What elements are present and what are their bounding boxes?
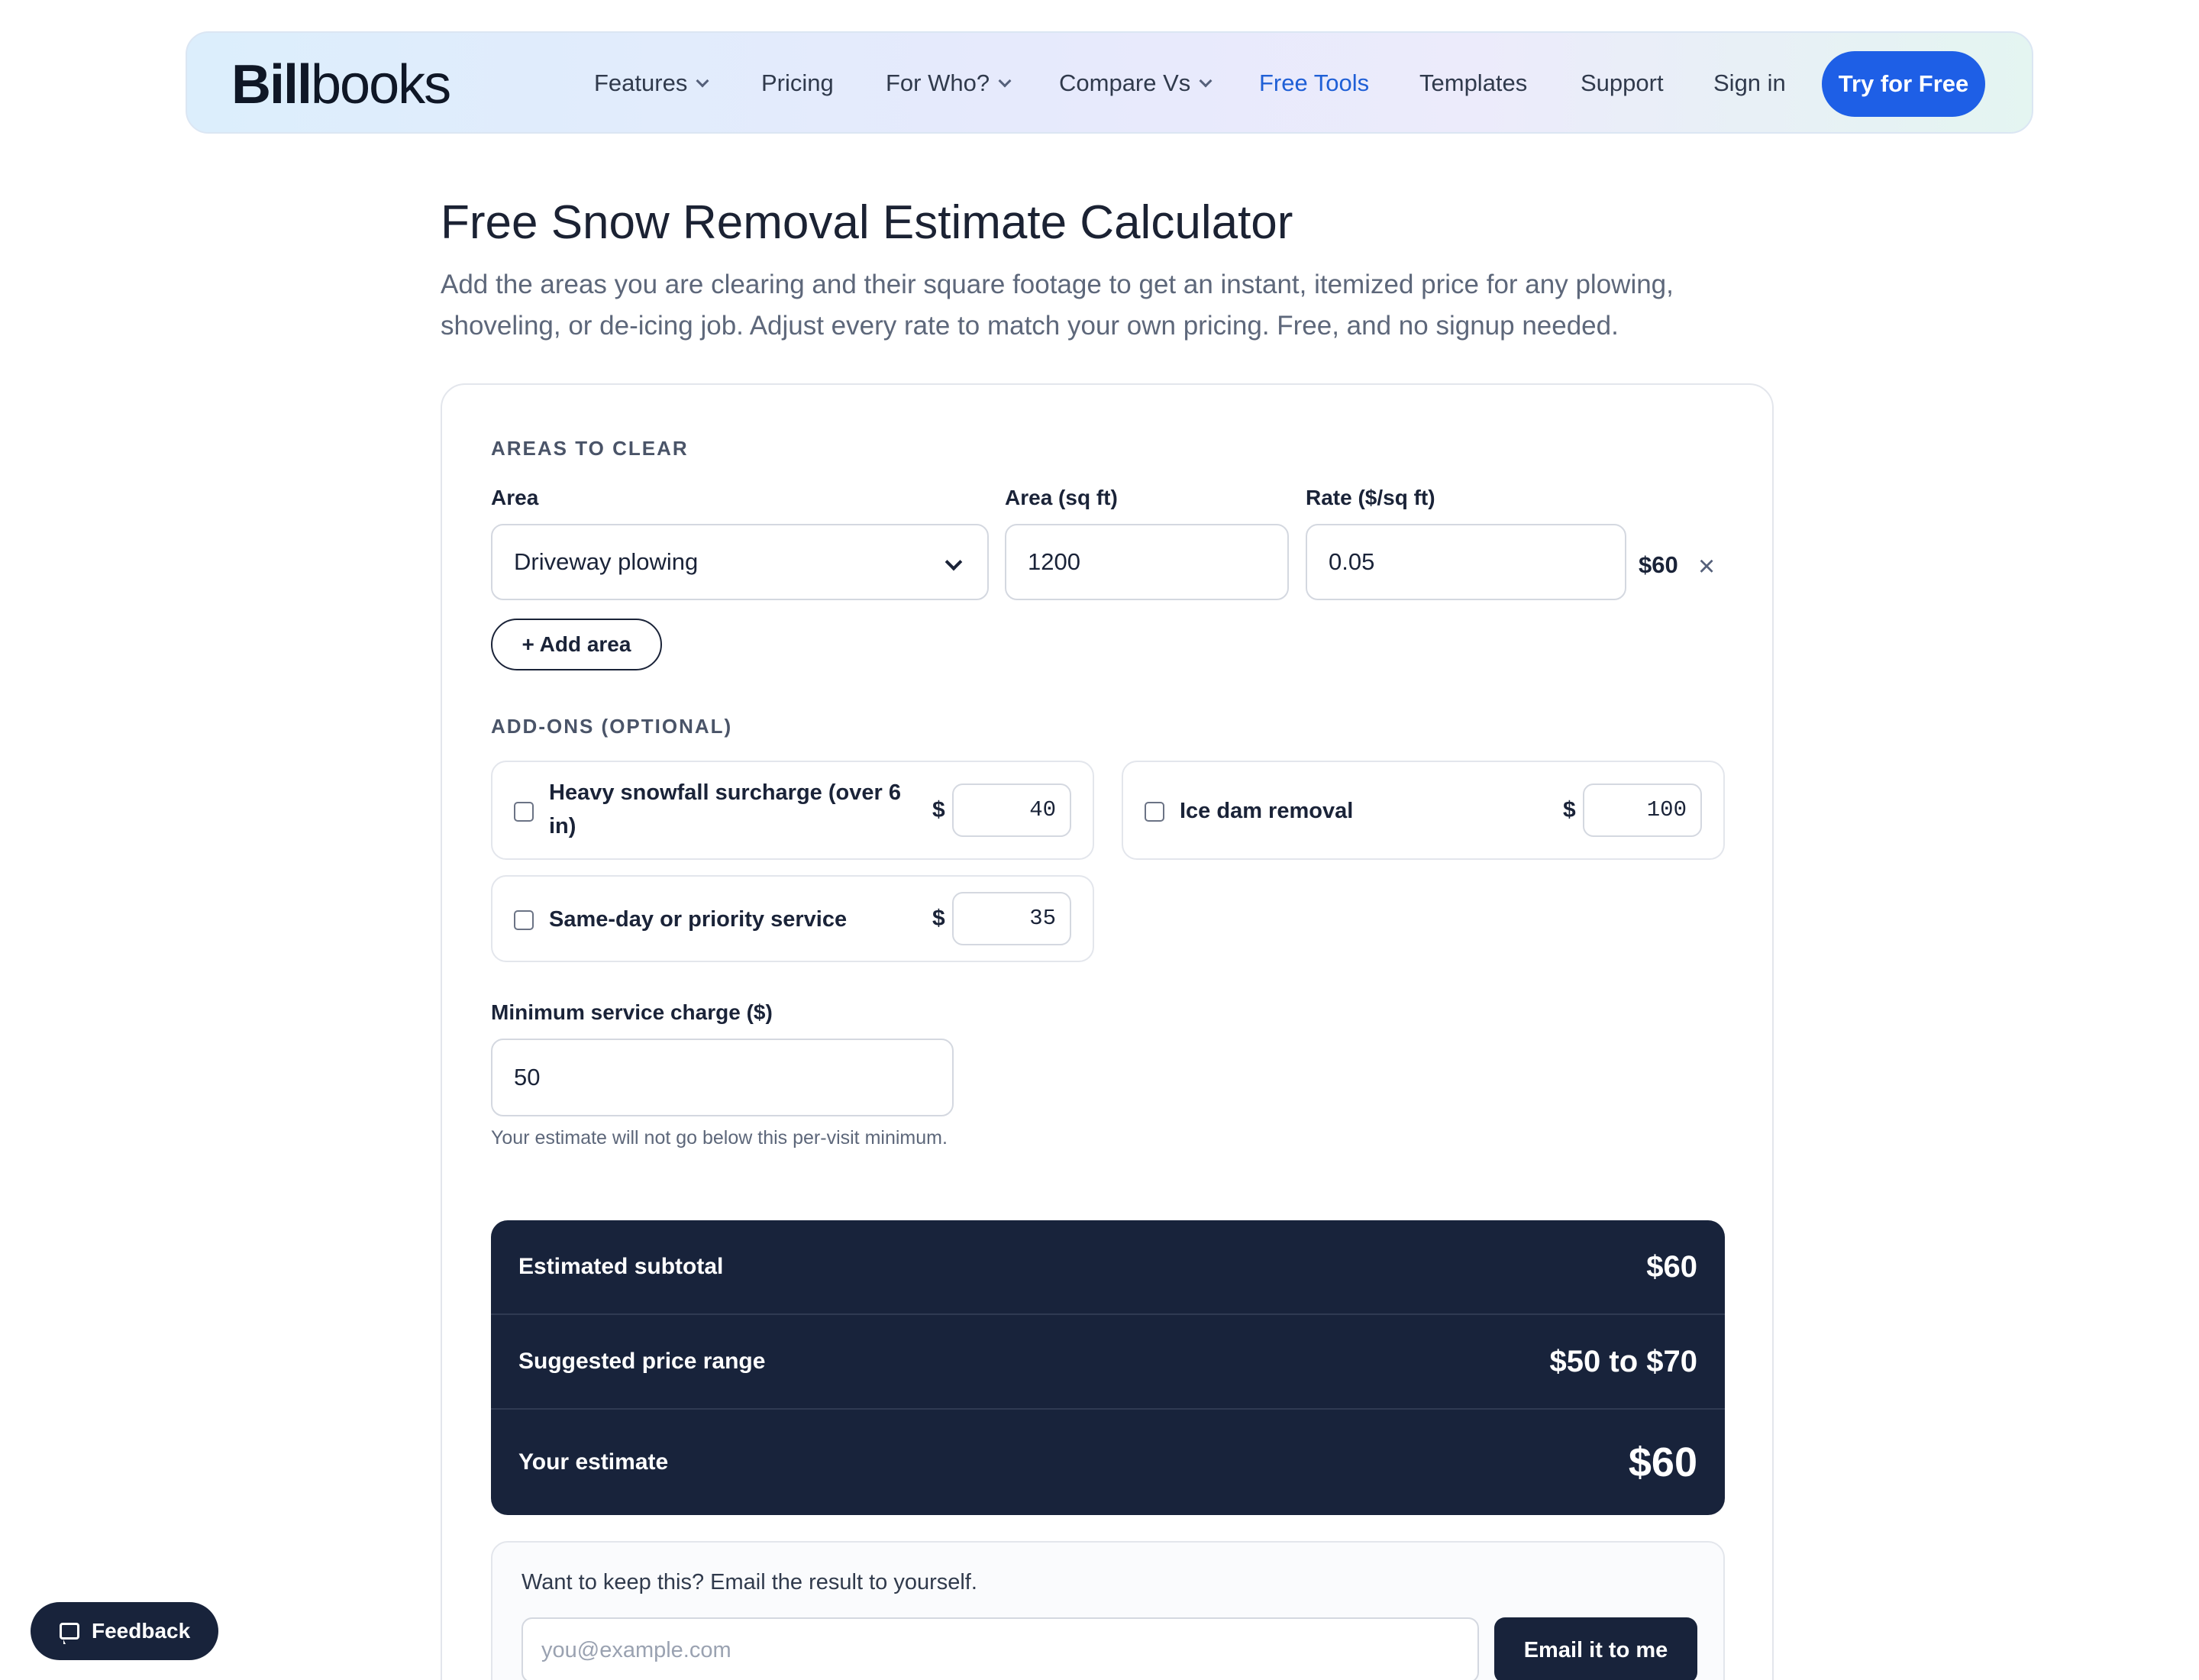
try-for-free-button[interactable]: Try for Free — [1822, 51, 1985, 117]
email-it-button[interactable]: Email it to me — [1494, 1617, 1697, 1680]
priority-service-label: Same-day or priority service — [549, 907, 848, 932]
feedback-label: Feedback — [92, 1619, 191, 1643]
sqft-column-label: Area (sq ft) — [1005, 486, 1118, 509]
page-subtitle: Add the areas you are clearing and their… — [441, 270, 1674, 341]
addon-priority-service: Same-day or priority service $ 35 — [491, 875, 1094, 962]
currency-symbol: $ — [932, 906, 945, 931]
priority-service-checkbox[interactable] — [514, 910, 534, 930]
email-prompt: Want to keep this? Email the result to y… — [521, 1570, 977, 1594]
currency-symbol: $ — [1563, 797, 1576, 822]
subtotal-value: $60 — [1646, 1249, 1697, 1284]
email-input[interactable] — [521, 1617, 1479, 1680]
nav-sign-in-label: Sign in — [1713, 69, 1786, 96]
nav-free-tools[interactable]: Free Tools — [1259, 66, 1369, 100]
heavy-snowfall-checkbox[interactable] — [514, 802, 534, 822]
page-title: Free Snow Removal Estimate Calculator — [441, 196, 1293, 249]
nav-features[interactable]: Features — [594, 66, 709, 100]
area-select-value: Driveway plowing — [514, 548, 699, 575]
minimum-charge-input[interactable]: 50 — [491, 1039, 954, 1116]
chevron-down-icon — [998, 74, 1012, 88]
nav-for-who-label: For Who? — [886, 69, 990, 96]
subtotal-row: Estimated subtotal $60 — [491, 1220, 1725, 1313]
estimate-row: Your estimate $60 — [491, 1408, 1725, 1515]
estimate-value: $60 — [1628, 1439, 1697, 1485]
currency-symbol: $ — [932, 797, 945, 822]
sqft-value: 1200 — [1028, 548, 1080, 575]
row-total: $60 — [1639, 551, 1678, 578]
area-column-label: Area — [491, 486, 539, 509]
heavy-snowfall-amount-input[interactable]: 40 — [952, 783, 1071, 837]
addon-ice-dam: Ice dam removal $ 100 — [1122, 761, 1725, 860]
sqft-input[interactable]: 1200 — [1005, 524, 1289, 600]
addon-heavy-snowfall: Heavy snowfall surcharge (over 6 in) $ 4… — [491, 761, 1094, 860]
minimum-charge-help: Your estimate will not go below this per… — [491, 1127, 948, 1149]
nav-free-tools-label: Free Tools — [1259, 69, 1370, 96]
rate-value: 0.05 — [1329, 548, 1375, 575]
email-result-box: Want to keep this? Email the result to y… — [491, 1541, 1725, 1680]
nav-compare-label: Compare Vs — [1059, 69, 1191, 96]
top-navigation: Billbooks Features Pricing For Who? Comp… — [186, 31, 2033, 134]
feedback-button[interactable]: Feedback — [31, 1602, 218, 1660]
add-area-button[interactable]: + Add area — [491, 619, 662, 670]
estimate-summary: Estimated subtotal $60 Suggested price r… — [491, 1220, 1725, 1515]
ice-dam-amount-input[interactable]: 100 — [1583, 783, 1702, 837]
rate-input[interactable]: 0.05 — [1306, 524, 1626, 600]
chat-bubble-icon — [60, 1623, 79, 1644]
price-range-label: Suggested price range — [518, 1349, 766, 1374]
subtotal-label: Estimated subtotal — [518, 1254, 724, 1279]
estimate-label: Your estimate — [518, 1449, 669, 1475]
billbooks-logo[interactable]: Billbooks — [231, 54, 451, 115]
chevron-down-icon — [696, 74, 709, 88]
ice-dam-checkbox[interactable] — [1145, 802, 1164, 822]
addons-section-label: ADD-ONS (OPTIONAL) — [491, 715, 733, 738]
priority-service-amount-input[interactable]: 35 — [952, 892, 1071, 945]
nav-pricing-label: Pricing — [761, 69, 834, 96]
price-range-row: Suggested price range $50 to $70 — [491, 1313, 1725, 1408]
nav-templates[interactable]: Templates — [1419, 66, 1527, 100]
chevron-down-icon — [1199, 74, 1213, 88]
nav-pricing[interactable]: Pricing — [761, 66, 834, 100]
nav-features-label: Features — [594, 69, 688, 96]
ice-dam-label: Ice dam removal — [1180, 799, 1354, 823]
area-select[interactable]: Driveway plowing — [491, 524, 989, 600]
areas-section-label: AREAS TO CLEAR — [491, 437, 689, 460]
price-range-value: $50 to $70 — [1549, 1344, 1697, 1378]
nav-templates-label: Templates — [1419, 69, 1528, 96]
nav-support-label: Support — [1581, 69, 1664, 96]
nav-compare[interactable]: Compare Vs — [1059, 66, 1213, 100]
nav-for-who[interactable]: For Who? — [886, 66, 1012, 100]
minimum-charge-label: Minimum service charge ($) — [491, 1000, 773, 1024]
nav-sign-in[interactable]: Sign in — [1713, 66, 1786, 100]
minimum-charge-value: 50 — [514, 1064, 541, 1090]
chevron-down-icon — [945, 553, 963, 571]
nav-support[interactable]: Support — [1581, 66, 1664, 100]
rate-column-label: Rate ($/sq ft) — [1306, 486, 1435, 509]
heavy-snowfall-label: Heavy snowfall surcharge (over 6 in) — [549, 780, 901, 838]
close-icon[interactable]: × — [1698, 551, 1715, 582]
